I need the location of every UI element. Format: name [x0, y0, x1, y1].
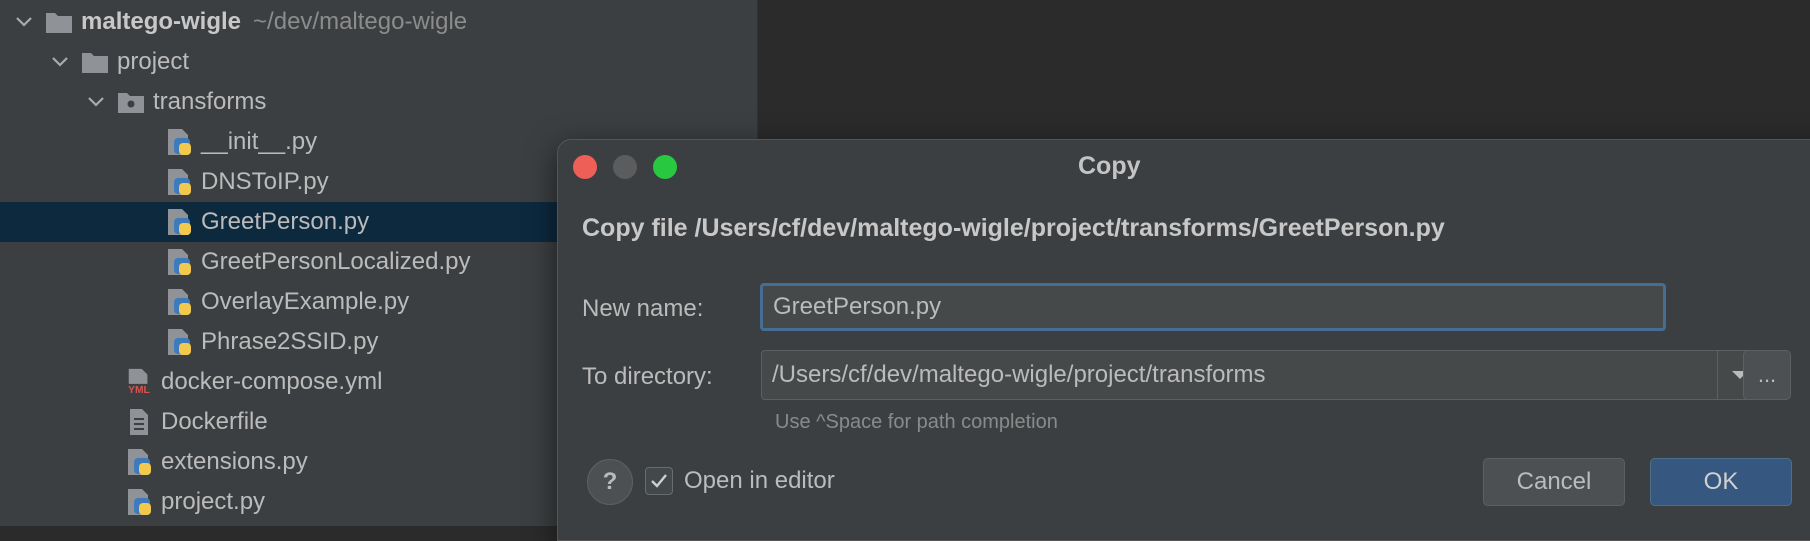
dialog-title: Copy [1078, 152, 1141, 180]
tree-item-label: docker-compose.yml [161, 368, 383, 395]
tree-item-label: __init__.py [201, 128, 318, 155]
text-file-icon [125, 408, 153, 436]
tree-item-label: Dockerfile [161, 408, 268, 435]
python-file-icon [125, 488, 153, 516]
ok-button[interactable]: OK [1650, 458, 1792, 506]
tree-item-label: project [117, 48, 190, 75]
to-directory-combobox[interactable]: /Users/cf/dev/maltego-wigle/project/tran… [761, 350, 1763, 400]
python-file-icon [165, 328, 193, 356]
package-folder-icon [117, 88, 145, 116]
new-name-label: New name: [582, 295, 704, 322]
minimize-window-button[interactable] [613, 155, 637, 179]
tree-item-label: project.py [161, 488, 266, 515]
help-button[interactable]: ? [587, 459, 633, 505]
python-file-icon [165, 248, 193, 276]
tree-item-label: GreetPersonLocalized.py [201, 248, 471, 275]
tree-root-path: ~/dev/maltego-wigle [253, 8, 468, 35]
tree-item-project[interactable]: project [0, 42, 757, 82]
yaml-file-icon: YML [125, 368, 153, 396]
tree-item-label: maltego-wigle [81, 8, 242, 35]
folder-icon [45, 8, 73, 36]
chevron-down-icon[interactable] [13, 11, 35, 33]
python-file-icon [165, 208, 193, 236]
svg-text:YML: YML [128, 385, 150, 396]
open-in-editor-label[interactable]: Open in editor [684, 467, 835, 495]
tree-item-label: extensions.py [161, 448, 308, 475]
chevron-down-icon[interactable] [85, 91, 107, 113]
python-file-icon [165, 128, 193, 156]
path-completion-hint: Use ^Space for path completion [775, 411, 1058, 433]
copy-dialog: Copy Copy file /Users/cf/dev/maltego-wig… [557, 139, 1810, 541]
to-directory-value[interactable]: /Users/cf/dev/maltego-wigle/project/tran… [762, 361, 1717, 389]
tree-item-transforms[interactable]: transforms [0, 82, 757, 122]
cancel-button[interactable]: Cancel [1483, 458, 1625, 506]
chevron-down-icon[interactable] [49, 51, 71, 73]
tree-item-label: DNSToIP.py [201, 168, 329, 195]
python-file-icon [165, 288, 193, 316]
close-window-button[interactable] [573, 155, 597, 179]
to-directory-label: To directory: [582, 363, 713, 390]
tree-item-label: OverlayExample.py [201, 288, 410, 315]
dialog-heading: Copy file /Users/cf/dev/maltego-wigle/pr… [582, 214, 1445, 242]
open-in-editor-checkbox[interactable] [645, 467, 673, 495]
python-file-icon [125, 448, 153, 476]
python-file-icon [165, 168, 193, 196]
tree-item-root[interactable]: maltego-wigle ~/dev/maltego-wigle [0, 2, 757, 42]
tree-item-label: transforms [153, 88, 267, 115]
tree-item-label: GreetPerson.py [201, 208, 370, 235]
browse-directory-button[interactable]: ... [1743, 350, 1791, 400]
checkmark-icon [651, 474, 667, 488]
folder-icon [81, 48, 109, 76]
tree-item-label: Phrase2SSID.py [201, 328, 379, 355]
new-name-input[interactable] [760, 283, 1666, 331]
zoom-window-button[interactable] [653, 155, 677, 179]
